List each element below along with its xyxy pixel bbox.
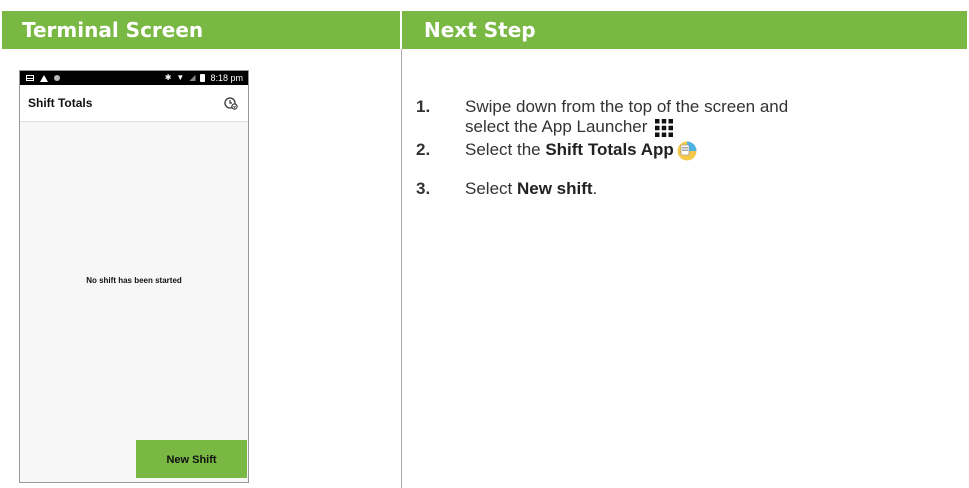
new-shift-button[interactable]: New Shift xyxy=(136,440,247,478)
column-header-label: Terminal Screen xyxy=(22,18,204,42)
step-text-line1: Swipe down from the top of the screen an… xyxy=(465,97,789,116)
app-bar: Shift Totals xyxy=(20,85,248,122)
step-number: 2. xyxy=(416,140,431,159)
status-time: 8:18 pm xyxy=(210,73,243,83)
empty-state-message: No shift has been started xyxy=(86,276,182,285)
step-text-bold: Shift Totals App xyxy=(545,140,674,159)
step-text-bold: New shift xyxy=(516,179,593,198)
warning-icon xyxy=(40,74,48,82)
app-launcher-grid-icon xyxy=(655,118,674,137)
step-text-line2: select the App Launcher xyxy=(465,117,648,136)
status-bar: ✱ ▼ ◢ 8:18 pm xyxy=(20,71,248,85)
wifi-icon: ▼ xyxy=(176,73,185,82)
column-divider xyxy=(401,49,402,488)
step-number: 3. xyxy=(416,179,431,198)
signal-icon: ◢ xyxy=(189,73,196,82)
notification-icon xyxy=(26,75,34,81)
column-header-label: Next Step xyxy=(424,18,536,42)
column-header-next-step: Next Step xyxy=(402,11,967,49)
terminal-screen-mockup: ✱ ▼ ◢ 8:18 pm Shift Totals No shift has … xyxy=(19,70,249,483)
battery-icon xyxy=(200,74,206,82)
column-header-terminal-screen: Terminal Screen xyxy=(2,11,400,49)
step-text: Select xyxy=(465,179,517,198)
step-text: Select the xyxy=(465,140,546,159)
step-text-suffix: . xyxy=(592,179,598,198)
app-title: Shift Totals xyxy=(28,96,93,110)
bluetooth-icon: ✱ xyxy=(164,73,172,82)
step-number: 1. xyxy=(416,97,431,116)
status-dot-icon xyxy=(54,75,60,81)
shift-totals-app-icon xyxy=(677,141,697,161)
shift-history-icon[interactable] xyxy=(224,96,238,110)
